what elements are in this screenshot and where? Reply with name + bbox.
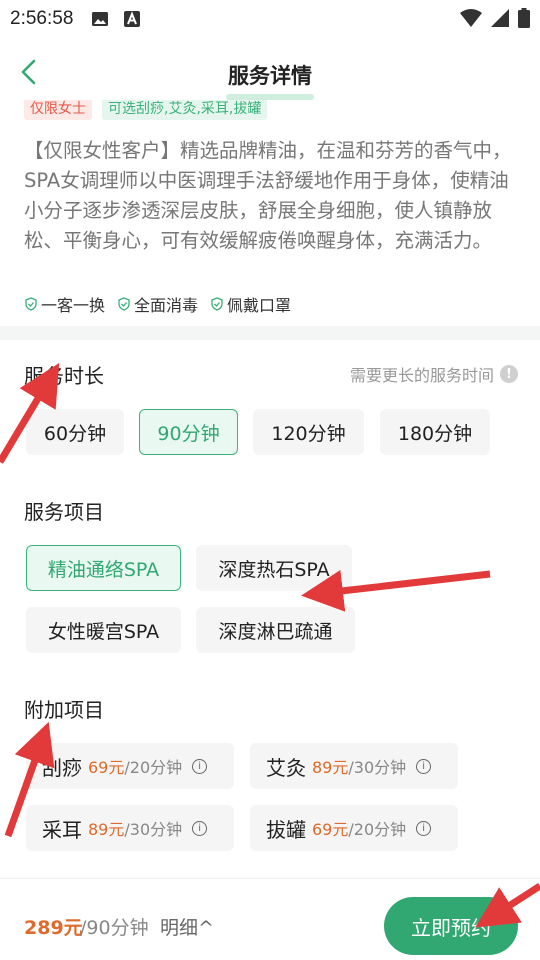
addon-price: 89元 — [312, 758, 349, 777]
service-option-oil-spa[interactable]: 精油通络SPA — [26, 545, 181, 591]
addon-name: 刮痧 — [42, 755, 82, 780]
tag-optional-addons: 可选刮痧,艾灸,采耳,拔罐 — [102, 100, 268, 120]
addon-price: 69元 — [312, 820, 349, 839]
service-option-hot-stone-spa[interactable]: 深度热石SPA — [196, 545, 352, 591]
service-section-title: 服务项目 — [24, 500, 104, 524]
tag-row: 仅限女士 可选刮痧,艾灸,采耳,拔罐 — [24, 100, 268, 120]
duration-option-60[interactable]: 60分钟 — [26, 409, 124, 455]
status-bar: 2:56:58 — [0, 0, 540, 38]
guarantee-label: 全面消毒 — [134, 296, 199, 315]
addon-name: 艾灸 — [266, 755, 306, 780]
shield-check-icon — [25, 297, 37, 311]
tag-women-only: 仅限女士 — [24, 100, 92, 120]
book-now-button[interactable]: 立即预约 — [384, 897, 518, 955]
info-icon[interactable]: i — [416, 820, 432, 836]
addon-price: 89元 — [88, 820, 125, 839]
shield-check-icon — [118, 297, 130, 311]
guarantee-list: 一客一换 全面消毒 佩戴口罩 — [24, 292, 291, 316]
addon-section-title: 附加项目 — [24, 698, 104, 722]
duration-section-title: 服务时长 — [24, 364, 104, 388]
exclamation-icon: ! — [500, 365, 518, 383]
guarantee-label: 一客一换 — [41, 296, 106, 315]
bottom-bar: 289元 /90分钟 明细^ 立即预约 — [0, 878, 540, 960]
service-description: 【仅限女性客户】精选品牌精油，在温和芬芳的香气中，SPA女调理师以中医调理手法舒… — [24, 139, 512, 252]
info-icon[interactable]: i — [416, 758, 432, 774]
section-divider — [0, 326, 540, 340]
battery-icon — [518, 8, 530, 28]
header: 服务详情 — [0, 38, 540, 102]
service-option-womb-warming-spa[interactable]: 女性暖宫SPA — [26, 607, 181, 653]
service-description-section: 仅限女士 可选刮痧,艾灸,采耳,拔罐 【仅限女性客户】精选品牌精油，在温和芬芳的… — [0, 100, 540, 326]
guarantee-label: 佩戴口罩 — [227, 296, 292, 315]
duration-option-180[interactable]: 180分钟 — [380, 409, 490, 455]
page-title: 服务详情 — [228, 64, 312, 88]
total-duration: /90分钟 — [80, 917, 149, 939]
addon-name: 采耳 — [42, 817, 82, 842]
longer-time-hint[interactable]: 需要更长的服务时间 ! — [350, 362, 518, 386]
image-icon — [92, 12, 109, 26]
addon-price: 69元 — [88, 758, 125, 777]
addon-cupping[interactable]: 拔罐 69元/20分钟 i — [250, 805, 458, 851]
addon-duration: /30分钟 — [348, 758, 407, 777]
service-option-lymph-drainage[interactable]: 深度淋巴疏通 — [196, 607, 355, 653]
guarantee-item: 全面消毒 — [117, 292, 198, 316]
addon-duration: /30分钟 — [124, 820, 183, 839]
addon-gua-sha[interactable]: 刮痧 69元/20分钟 i — [26, 743, 234, 789]
shield-check-icon — [211, 297, 223, 311]
text-a-icon — [124, 11, 141, 27]
status-time: 2:56:58 — [10, 8, 74, 29]
duration-option-90[interactable]: 90分钟 — [139, 409, 238, 455]
addon-duration: /20分钟 — [124, 758, 183, 777]
wifi-icon — [460, 9, 482, 27]
addon-duration: /20分钟 — [348, 820, 407, 839]
addon-ear-cleaning[interactable]: 采耳 89元/30分钟 i — [26, 805, 234, 851]
duration-option-120[interactable]: 120分钟 — [253, 409, 364, 455]
price-detail-link[interactable]: 明细^ — [160, 913, 214, 940]
guarantee-item: 佩戴口罩 — [210, 292, 291, 316]
total-price: 289元 — [24, 917, 83, 939]
info-icon[interactable]: i — [192, 758, 208, 774]
signal-icon — [491, 9, 509, 27]
addon-name: 拔罐 — [266, 817, 306, 842]
longer-time-hint-label: 需要更长的服务时间 — [349, 366, 494, 385]
guarantee-item: 一客一换 — [24, 292, 105, 316]
addon-moxibustion[interactable]: 艾灸 89元/30分钟 i — [250, 743, 458, 789]
info-icon[interactable]: i — [192, 820, 208, 836]
